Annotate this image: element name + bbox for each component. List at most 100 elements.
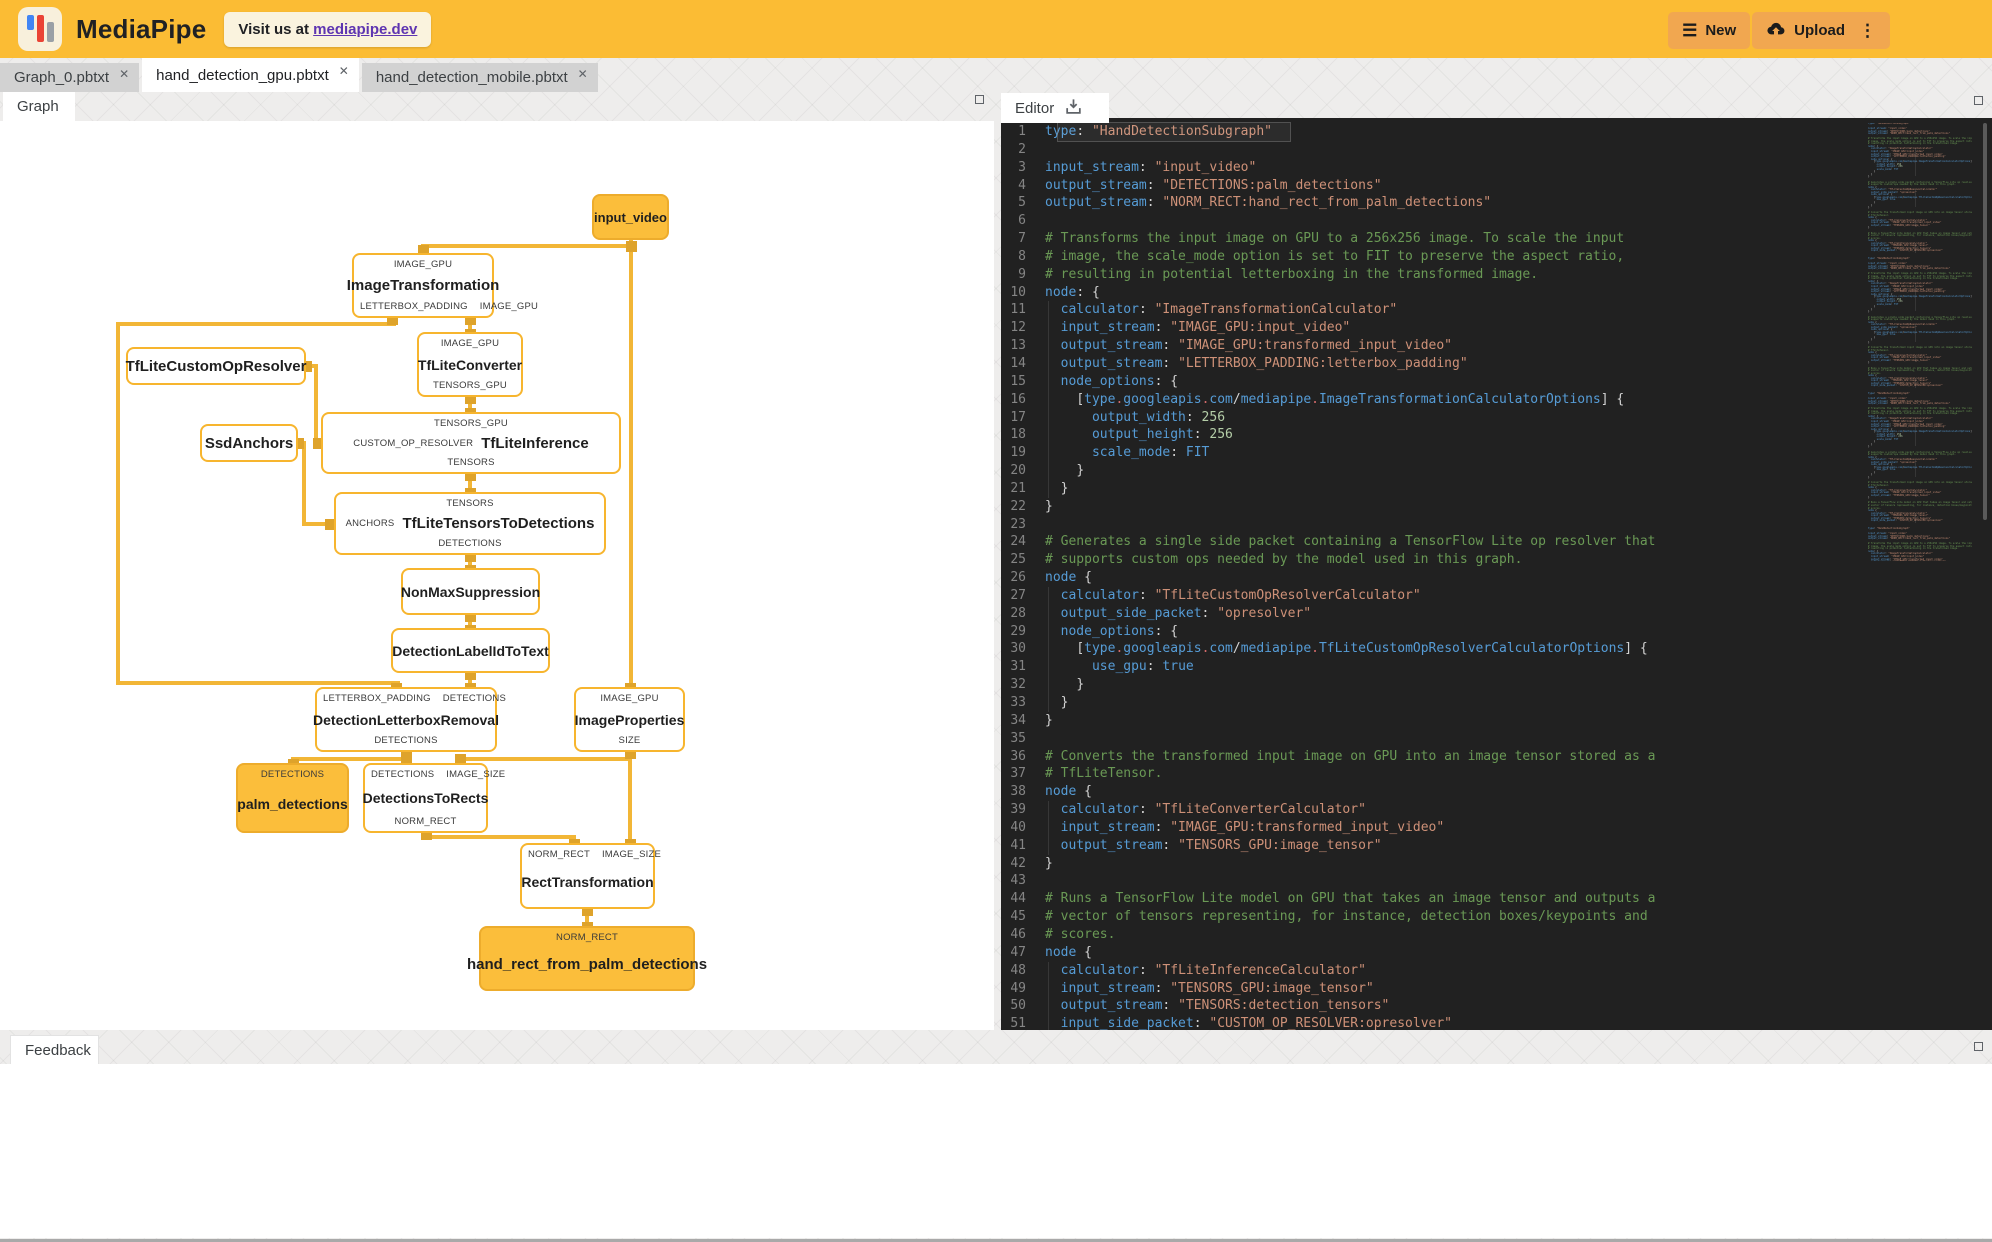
graph-node-DetectionLabelIdToText[interactable]: DetectionLabelIdToText — [391, 628, 550, 673]
upload-button-label: Upload — [1794, 22, 1845, 39]
line-number: 16 — [1010, 391, 1026, 407]
code-line: 38 node { — [1001, 783, 1992, 801]
port-label: NORM_RECT — [394, 816, 457, 827]
code-line: 26 node { — [1001, 569, 1992, 587]
file-tab-hand_detection_gpu.pbtxt[interactable]: hand_detection_gpu.pbtxt ✕ — [142, 58, 359, 92]
tab-editor-label: Editor — [1015, 99, 1055, 117]
editor-panel-expand-icon[interactable] — [1974, 96, 1983, 105]
graph-node-TfLiteConverter[interactable]: IMAGE_GPU TfLiteConverter TENSORS_GPU — [417, 332, 523, 397]
output-ports: SIZE — [580, 735, 679, 746]
output-ports: DETECTIONS — [340, 538, 600, 549]
code-line: 3 input_stream: "input_video" — [1001, 159, 1992, 177]
code-line: 8 # image, the scale_mode option is set t… — [1001, 248, 1992, 266]
file-tab-label: Graph_0.pbtxt — [14, 69, 110, 86]
line-number: 29 — [1010, 623, 1026, 639]
graph-node-ImageTransformation[interactable]: IMAGE_GPU ImageTransformation LETTERBOX_PA… — [347, 253, 538, 318]
graph-node-DetectionsToRects[interactable]: DETECTIONS IMAGE_SIZE DetectionsToRects NOR… — [362, 763, 505, 833]
file-tab-bar: Graph_0.pbtxt ✕ hand_detection_gpu.pbtxt ✕ h… — [0, 58, 601, 92]
editor-scrollbar-thumb[interactable] — [1983, 123, 1987, 520]
line-number: 36 — [1010, 748, 1026, 764]
code-line: 1 type: "HandDetectionSubgraph" — [1001, 123, 1992, 141]
graph-node-RectTransformation[interactable]: NORM_RECT IMAGE_SIZE RectTransformation — [520, 843, 661, 909]
graph-node-NonMaxSuppression[interactable]: NonMaxSuppression — [401, 568, 540, 615]
graph-node-SsdAnchors[interactable]: SsdAnchors — [200, 424, 298, 462]
graph-node-TfLiteCustomOpResolver[interactable]: TfLiteCustomOpResolver — [126, 347, 306, 385]
node-body: ImageProperties — [575, 704, 685, 735]
input-ports: IMAGE_GPU — [580, 693, 679, 704]
graph-edge — [629, 240, 633, 689]
line-number: 13 — [1010, 338, 1026, 354]
line-number: 19 — [1010, 445, 1026, 461]
code-line: 10 node: { — [1001, 284, 1992, 302]
mediapipe-dev-link[interactable]: mediapipe.dev — [313, 21, 417, 38]
graph-node-palm_detections[interactable]: DETECTIONS palm_detections — [236, 763, 349, 833]
upload-cloud-icon — [1766, 20, 1786, 41]
code-line: 14 output_stream: "LETTERBOX_PADDING:let… — [1001, 354, 1992, 373]
node-name: TfLiteInference — [481, 434, 589, 452]
line-number: 26 — [1010, 570, 1026, 586]
upload-button[interactable]: Upload ⋮ — [1752, 12, 1890, 49]
code-line: 31 use_gpu: true — [1001, 658, 1992, 677]
code-line: 48 calculator: "TfLiteInferenceCalculato… — [1001, 961, 1992, 980]
tab-graph[interactable]: Graph — [3, 92, 75, 121]
node-body: NonMaxSuppression — [401, 574, 540, 609]
input-ports: TENSORS_GPU — [327, 418, 615, 429]
new-button[interactable]: ☰ New — [1668, 12, 1751, 49]
graph-node-input_video[interactable]: input_video — [592, 194, 669, 240]
node-name: RectTransformation — [521, 873, 654, 890]
port-label: IMAGE_GPU — [393, 259, 453, 270]
graph-panel-expand-icon[interactable] — [975, 95, 984, 104]
graph-canvas[interactable]: input_video IMAGE_GPU ImageTransformation L… — [0, 121, 994, 1030]
node-name: NonMaxSuppression — [400, 583, 541, 600]
graph-node-hand_rect_from_palm_detections[interactable]: NORM_RECT hand_rect_from_palm_detections — [467, 926, 707, 991]
line-number: 24 — [1010, 534, 1026, 550]
port-label: CUSTOM_OP_RESOLVER — [353, 437, 474, 449]
port-label: IMAGE_GPU — [440, 338, 500, 349]
graph-node-TfLiteTensorsToDetections[interactable]: TENSORS ANCHORS TfLiteTensorsToDetections D… — [334, 492, 606, 555]
code-line: 15 node_options: { — [1001, 372, 1992, 391]
port-label: NORM_RECT — [556, 932, 618, 943]
app-header: MediaPipe Visit us at mediapipe.dev ☰ Ne… — [0, 0, 1992, 58]
tab-editor[interactable]: Editor — [1001, 93, 1109, 123]
graph-node-ImageProperties[interactable]: IMAGE_GPU ImageProperties SIZE — [574, 687, 685, 752]
line-number: 10 — [1010, 284, 1026, 300]
node-name: input_video — [594, 209, 667, 225]
line-number: 37 — [1010, 766, 1026, 782]
new-button-label: New — [1705, 22, 1737, 39]
code-editor[interactable]: 1 type: "HandDetectionSubgraph" 2 3 input_st… — [1001, 118, 1992, 1030]
file-tab-label: hand_detection_mobile.pbtxt — [375, 69, 568, 86]
port-label: DETECTIONS — [438, 538, 502, 549]
code-line: 22} — [1001, 498, 1992, 516]
file-tab-Graph_0.pbtxt[interactable]: Graph_0.pbtxt ✕ — [0, 63, 140, 92]
download-icon[interactable] — [1064, 97, 1083, 120]
close-icon[interactable]: ✕ — [339, 64, 349, 78]
editor-minimap[interactable]: type: "HandDetectionSubgraph" input_strea… — [1868, 123, 1972, 561]
code-line: 32 } — [1001, 676, 1992, 694]
port-label: LETTERBOX_PADDING — [323, 693, 431, 704]
line-number: 22 — [1010, 498, 1026, 514]
upload-menu-kebab-icon[interactable]: ⋮ — [1859, 21, 1876, 41]
node-name: hand_rect_from_palm_detections — [466, 955, 708, 973]
tab-feedback[interactable]: Feedback — [10, 1035, 99, 1064]
node-name: DetectionLetterboxRemoval — [313, 711, 499, 728]
output-ports: LETTERBOX_PADDING IMAGE_GPU — [358, 301, 538, 312]
graph-node-DetectionLetterboxRemoval[interactable]: LETTERBOX_PADDING DETECTIONS DetectionLett… — [313, 687, 506, 752]
code-line: 34} — [1001, 712, 1992, 730]
feedback-panel-expand-icon[interactable] — [1974, 1042, 1983, 1051]
graph-edge — [116, 322, 396, 326]
node-body: DetectionLetterboxRemoval — [313, 704, 499, 735]
code-line: 25 # supports custom ops needed by the mo… — [1001, 551, 1992, 569]
port-label: DETECTIONS — [371, 769, 435, 780]
graph-edge — [424, 835, 576, 839]
graph-node-TfLiteInference[interactable]: TENSORS_GPU CUSTOM_OP_RESOLVER TfLiteInfer… — [321, 412, 621, 474]
port-label: DETECTIONS — [442, 693, 506, 704]
line-number: 30 — [1010, 641, 1026, 657]
code-line: 45 # vector of tensors representing, for … — [1001, 908, 1992, 926]
close-icon[interactable]: ✕ — [119, 67, 129, 81]
node-name: DetectionsToRects — [362, 790, 489, 806]
file-tab-hand_detection_mobile.pbtxt[interactable]: hand_detection_mobile.pbtxt ✕ — [361, 63, 598, 92]
code-line: 50 output_stream: "TENSORS:detection_ten… — [1001, 997, 1992, 1016]
close-icon[interactable]: ✕ — [578, 67, 588, 81]
code-line: 23 — [1001, 516, 1992, 534]
line-number: 15 — [1010, 373, 1026, 389]
